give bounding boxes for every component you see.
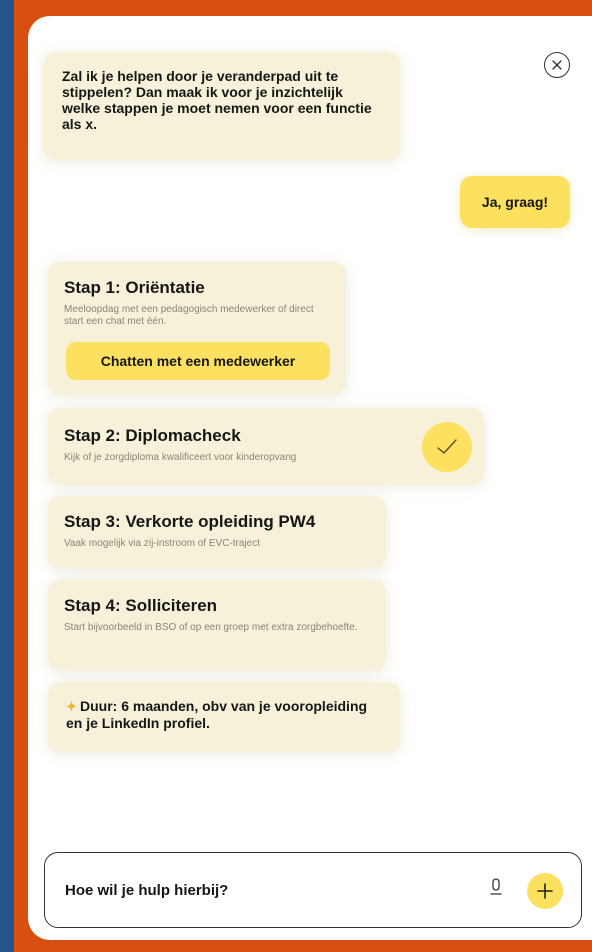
message-input[interactable]: [65, 875, 445, 905]
step-card-3: Stap 3: Verkorte opleiding PW4 Vaak moge…: [48, 496, 386, 568]
close-icon: [552, 60, 562, 70]
step-card-4: Stap 4: Solliciteren Start bijvoorbeeld …: [48, 580, 386, 670]
bot-message: Zal ik je helpen door je veranderpad uit…: [44, 52, 400, 160]
step-description: Start bijvoorbeeld in BSO of op een groe…: [64, 622, 358, 633]
sparkle-icon: ✦: [66, 699, 77, 714]
chat-panel: Zal ik je helpen door je veranderpad uit…: [28, 16, 592, 940]
step-title: Stap 3: Verkorte opleiding PW4: [64, 512, 316, 531]
plus-icon: [537, 883, 553, 899]
step-card-1: Stap 1: Oriëntatie Meeloopdag met een pe…: [48, 262, 346, 394]
step-title: Stap 4: Solliciteren: [64, 596, 218, 615]
microphone-icon[interactable]: [489, 877, 503, 901]
user-message: Ja, graag!: [460, 176, 570, 228]
check-icon: [437, 439, 457, 454]
step-description: Vaak mogelijk via zij-instroom of EVC-tr…: [64, 538, 260, 549]
chat-with-employee-button[interactable]: Chatten met een medewerker: [66, 342, 330, 380]
step-title: Stap 2: Diplomacheck: [64, 426, 241, 445]
step-complete-toggle[interactable]: [422, 422, 472, 472]
message-composer: [44, 852, 582, 928]
step-description: Meeloopdag met een pedagogisch medewerke…: [64, 304, 314, 327]
step-description: Kijk of je zorgdiploma kwalificeert voor…: [64, 452, 297, 463]
add-button[interactable]: [527, 873, 563, 909]
duration-text: Duur: 6 maanden, obv van je vooropleidin…: [66, 698, 368, 731]
step-title: Stap 1: Oriëntatie: [64, 278, 205, 297]
user-message-text: Ja, graag!: [481, 194, 549, 210]
step-card-2[interactable]: Stap 2: Diplomacheck Kijk of je zorgdipl…: [48, 408, 484, 484]
bot-message-text: Zal ik je helpen door je veranderpad uit…: [62, 68, 372, 132]
duration-message: ✦ Duur: 6 maanden, obv van je vooropleidi…: [48, 682, 400, 752]
close-button[interactable]: [544, 52, 570, 78]
